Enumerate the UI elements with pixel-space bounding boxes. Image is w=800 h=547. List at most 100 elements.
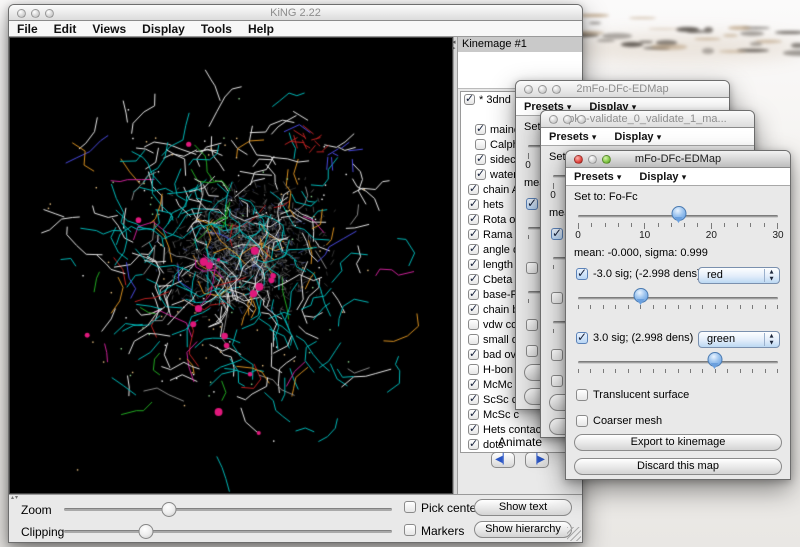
checkbox[interactable] xyxy=(464,94,475,105)
export-kinemage-button[interactable]: Export to kinemage xyxy=(574,434,782,451)
checkbox[interactable] xyxy=(468,184,479,195)
high-color-dropdown[interactable]: green xyxy=(698,331,780,348)
animate-step-forward-button[interactable]: ▕▶ xyxy=(525,452,549,468)
low-contour-checkbox[interactable] xyxy=(551,228,563,240)
resize-grip[interactable] xyxy=(567,527,581,541)
low-contour-row: -3.0 sig; (-2.998 dens) xyxy=(576,268,701,280)
zoom-button[interactable] xyxy=(602,155,611,164)
checkbox[interactable] xyxy=(468,214,479,225)
tick-label: 10 xyxy=(639,230,650,241)
clipping-slider-thumb[interactable] xyxy=(139,524,154,539)
close-button[interactable] xyxy=(574,155,583,164)
wallpaper-streak xyxy=(589,22,600,24)
zoom-button[interactable] xyxy=(45,9,54,18)
coarser-checkbox[interactable] xyxy=(576,415,588,427)
high-contour-checkbox[interactable] xyxy=(576,332,588,344)
show-text-button[interactable]: Show text xyxy=(474,499,572,516)
low-contour-checkbox[interactable] xyxy=(576,268,588,280)
low-level-slider-track[interactable] xyxy=(578,297,778,300)
wallpaper-streak xyxy=(651,44,687,49)
clipping-slider-track[interactable] xyxy=(64,530,392,533)
display-menu[interactable]: Display xyxy=(614,131,661,143)
checkbox[interactable] xyxy=(468,364,479,375)
tick-mark xyxy=(615,369,616,373)
checkbox[interactable] xyxy=(468,379,479,390)
coarser-checkbox[interactable] xyxy=(551,375,563,387)
translucent-checkbox[interactable] xyxy=(576,389,588,401)
checkbox[interactable] xyxy=(468,229,479,240)
checkbox[interactable] xyxy=(468,289,479,300)
main-menubar: File Edit Views Display Tools Help xyxy=(9,21,582,37)
translucent-checkbox[interactable] xyxy=(526,319,538,331)
menu-item-file[interactable]: File xyxy=(17,22,38,36)
zoom-slider-track[interactable] xyxy=(64,508,392,511)
checkbox[interactable] xyxy=(475,139,486,150)
high-level-slider-thumb[interactable] xyxy=(708,352,721,369)
high-contour-checkbox[interactable] xyxy=(551,292,563,304)
molecule-canvas[interactable] xyxy=(10,38,452,494)
checkbox[interactable] xyxy=(468,319,479,330)
checkbox[interactable] xyxy=(468,304,479,315)
low-contour-checkbox[interactable] xyxy=(526,198,538,210)
checkbox[interactable] xyxy=(468,424,479,435)
discard-map-button[interactable]: Discard this map xyxy=(574,458,782,475)
presets-menu[interactable]: Presets xyxy=(549,131,596,143)
checkbox[interactable] xyxy=(468,349,479,360)
minimize-button[interactable] xyxy=(563,115,572,124)
minimize-button[interactable] xyxy=(538,85,547,94)
edmap-titlebar[interactable]: 2mFo-DFc-EDMap xyxy=(516,81,729,98)
zoom-button[interactable] xyxy=(552,85,561,94)
close-button[interactable] xyxy=(17,9,26,18)
checkbox[interactable] xyxy=(468,334,479,345)
checkbox[interactable] xyxy=(468,409,479,420)
checkbox[interactable] xyxy=(475,154,486,165)
display-menu[interactable]: Display xyxy=(639,171,686,183)
coarser-checkbox[interactable] xyxy=(526,345,538,357)
low-color-dropdown[interactable]: red xyxy=(698,267,780,284)
edmap-titlebar[interactable]: pka-validate_0_validate_1_ma... xyxy=(541,111,754,128)
checkbox[interactable] xyxy=(468,394,479,405)
kinemage-list-item[interactable]: Kinemage #1 xyxy=(458,37,582,52)
close-button[interactable] xyxy=(549,115,558,124)
tick-mark xyxy=(727,305,728,309)
tick-mark xyxy=(765,369,766,373)
high-contour-checkbox[interactable] xyxy=(526,262,538,274)
checkbox[interactable] xyxy=(475,124,486,135)
molecule-viewport[interactable] xyxy=(9,37,453,494)
menu-item-edit[interactable]: Edit xyxy=(54,22,77,36)
high-color-value: green xyxy=(707,333,735,345)
animate-step-back-button[interactable]: ◀▏ xyxy=(491,452,515,468)
set-to-label: Set to: Fo-Fc xyxy=(574,191,638,203)
edmap-menubar: Presets Display xyxy=(541,128,754,146)
minimize-button[interactable] xyxy=(31,9,40,18)
zoom-button[interactable] xyxy=(577,115,586,124)
checkbox[interactable] xyxy=(475,169,486,180)
menu-item-views[interactable]: Views xyxy=(92,22,126,36)
tick-mark xyxy=(605,223,606,227)
checkbox[interactable] xyxy=(468,259,479,270)
show-hierarchy-button[interactable]: Show hierarchy xyxy=(474,521,572,538)
menu-item-display[interactable]: Display xyxy=(142,22,185,36)
pick-center-checkbox[interactable] xyxy=(404,501,416,513)
low-level-slider-thumb[interactable] xyxy=(634,288,647,305)
menu-item-tools[interactable]: Tools xyxy=(201,22,232,36)
king-titlebar[interactable]: KiNG 2.22 xyxy=(9,5,582,21)
sigma-slider-thumb[interactable] xyxy=(672,206,685,223)
tick-label: 0 xyxy=(575,230,581,241)
checkbox[interactable] xyxy=(468,274,479,285)
checkbox[interactable] xyxy=(468,244,479,255)
zoom-slider-thumb[interactable] xyxy=(161,502,176,517)
minimize-button[interactable] xyxy=(588,155,597,164)
high-level-slider-track[interactable] xyxy=(578,361,778,364)
tick-mark xyxy=(752,369,753,373)
tick-mark xyxy=(724,223,725,227)
tick-mark xyxy=(603,305,604,309)
translucent-checkbox[interactable] xyxy=(551,349,563,361)
markers-checkbox[interactable] xyxy=(404,524,416,536)
edmap-titlebar[interactable]: mFo-DFc-EDMap xyxy=(566,151,790,168)
presets-menu[interactable]: Presets xyxy=(574,171,621,183)
sidebar-row-label: bad ov xyxy=(483,349,516,361)
menu-item-help[interactable]: Help xyxy=(248,22,274,36)
checkbox[interactable] xyxy=(468,199,479,210)
close-button[interactable] xyxy=(524,85,533,94)
